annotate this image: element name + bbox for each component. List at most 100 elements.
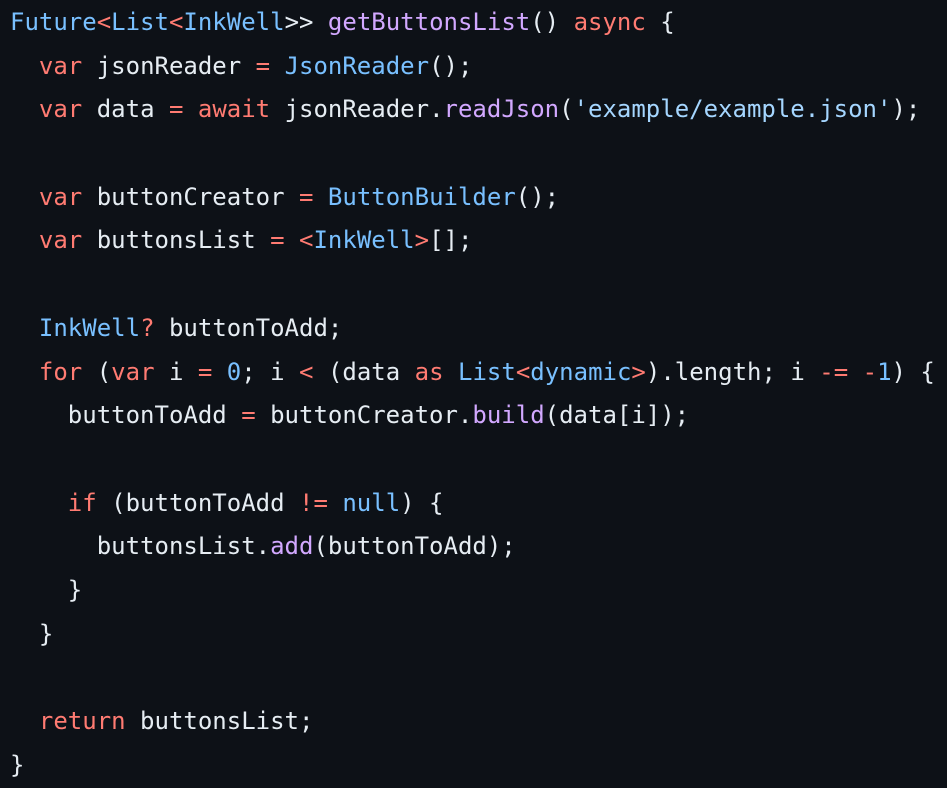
code-token-default: ).length; i xyxy=(645,357,820,386)
code-line: buttonsList.add(buttonToAdd); xyxy=(10,525,947,569)
code-token-type: List xyxy=(458,357,516,386)
code-line: return buttonsList; xyxy=(10,700,947,744)
code-token-default xyxy=(183,95,197,123)
code-token-default: { xyxy=(645,8,675,36)
code-token-keyword: await xyxy=(197,95,271,124)
code-token-keyword: var xyxy=(38,95,83,124)
code-line: var buttonsList = <InkWell>[]; xyxy=(10,219,947,263)
code-token-operator: = xyxy=(299,182,314,211)
code-token-default xyxy=(848,358,862,386)
code-token-operator: = xyxy=(197,357,213,386)
code-token-operator: - xyxy=(862,357,878,386)
code-token-default: buttonsList. xyxy=(10,532,271,561)
code-line: } xyxy=(10,569,947,613)
code-token-default: data xyxy=(82,95,169,124)
code-token-number: 1 xyxy=(877,357,892,386)
code-line: var buttonCreator = ButtonBuilder(); xyxy=(10,176,947,220)
code-token-function: add xyxy=(270,532,314,561)
code-line: } xyxy=(10,613,947,657)
code-line: for (var i = 0; i < (data as List<dynami… xyxy=(10,351,947,395)
code-token-default: buttonsList; xyxy=(125,707,314,735)
code-token-type: dynamic xyxy=(530,357,632,386)
code-token-operator: > xyxy=(414,226,430,255)
code-token-default: []; xyxy=(429,226,473,255)
code-token-operator: < xyxy=(96,8,112,36)
code-token-keyword: var xyxy=(38,226,83,255)
code-token-keyword: return xyxy=(38,707,126,735)
code-token-default xyxy=(270,52,284,80)
code-token-default xyxy=(10,52,39,80)
code-token-default xyxy=(10,707,39,735)
code-token-type: null xyxy=(342,488,401,517)
code-line: ​ xyxy=(10,132,947,176)
code-token-default xyxy=(313,183,327,211)
code-token-keyword: if xyxy=(67,488,97,517)
code-token-default: (data[i]); xyxy=(544,401,690,430)
code-token-default xyxy=(10,226,39,254)
code-token-default xyxy=(10,314,39,342)
code-token-function: build xyxy=(472,401,545,430)
code-token-type: List xyxy=(111,8,169,36)
code-token-function: readJson xyxy=(443,95,560,124)
code-token-operator: ? xyxy=(140,313,155,342)
code-token-default: jsonReader xyxy=(82,51,256,80)
code-token-default: (); xyxy=(515,182,560,211)
code-token-number: 0 xyxy=(226,357,242,386)
code-token-operator: > xyxy=(631,357,646,386)
code-line: ​ xyxy=(10,438,947,482)
code-token-default: (buttonToAdd); xyxy=(313,532,516,561)
code-token-default xyxy=(444,358,458,386)
code-token-default xyxy=(10,489,68,517)
code-token-keyword: async xyxy=(573,8,646,36)
code-token-default: () xyxy=(530,8,574,36)
code-line: ​ xyxy=(10,656,947,700)
code-token-default: } xyxy=(10,575,83,604)
code-token-default xyxy=(212,358,226,386)
code-token-default xyxy=(328,489,342,517)
code-token-keyword: for xyxy=(38,357,83,386)
code-token-default xyxy=(10,95,39,123)
code-token-operator: = xyxy=(168,95,184,124)
code-token-type: Future xyxy=(10,8,97,36)
code-token-operator: < xyxy=(168,8,184,36)
code-token-default: ; i xyxy=(241,357,300,386)
code-token-type: InkWell xyxy=(183,8,285,36)
code-line: ​ xyxy=(10,263,947,307)
code-token-default: (data xyxy=(313,357,415,386)
code-token-default: } xyxy=(10,750,25,779)
code-line: var jsonReader = JsonReader(); xyxy=(10,45,947,89)
code-token-type: InkWell xyxy=(38,313,141,342)
code-line: } xyxy=(10,744,947,788)
code-token-default: ) { xyxy=(891,357,935,386)
code-token-operator: -= xyxy=(819,357,849,386)
code-token-operator: < xyxy=(299,357,314,386)
code-token-default: ) { xyxy=(400,488,444,517)
code-token-type: ButtonBuilder xyxy=(327,182,516,211)
code-token-default: (buttonToAdd xyxy=(96,488,299,517)
code-token-keyword: var xyxy=(38,182,83,211)
code-token-operator: < xyxy=(515,357,531,386)
code-token-default: jsonReader. xyxy=(270,95,444,124)
code-line: var data = await jsonReader.readJson('ex… xyxy=(10,88,947,132)
code-block: Future<List<InkWell>> getButtonsList() a… xyxy=(10,0,947,788)
code-token-operator: = xyxy=(255,51,271,80)
code-token-string: 'example/example.json' xyxy=(573,95,892,124)
code-token-default: (); xyxy=(429,51,473,80)
code-token-operator: != xyxy=(299,488,328,517)
code-token-default xyxy=(10,358,39,386)
code-token-default: buttonsList xyxy=(82,226,271,255)
code-token-default: buttonCreator xyxy=(82,182,300,211)
code-token-keyword: var xyxy=(38,51,83,80)
code-token-default: ); xyxy=(891,95,921,124)
code-token-keyword: var xyxy=(111,357,155,386)
code-token-default xyxy=(10,183,39,211)
code-line: InkWell? buttonToAdd; xyxy=(10,307,947,351)
code-token-operator: = xyxy=(241,401,256,430)
code-token-default: buttonCreator. xyxy=(255,401,473,430)
code-token-default: i xyxy=(154,357,198,386)
code-token-default: } xyxy=(10,619,54,648)
code-token-default: >> xyxy=(284,8,328,36)
code-line: if (buttonToAdd != null) { xyxy=(10,482,947,526)
code-token-operator: < xyxy=(299,226,314,255)
code-token-default: buttonToAdd xyxy=(10,401,242,430)
